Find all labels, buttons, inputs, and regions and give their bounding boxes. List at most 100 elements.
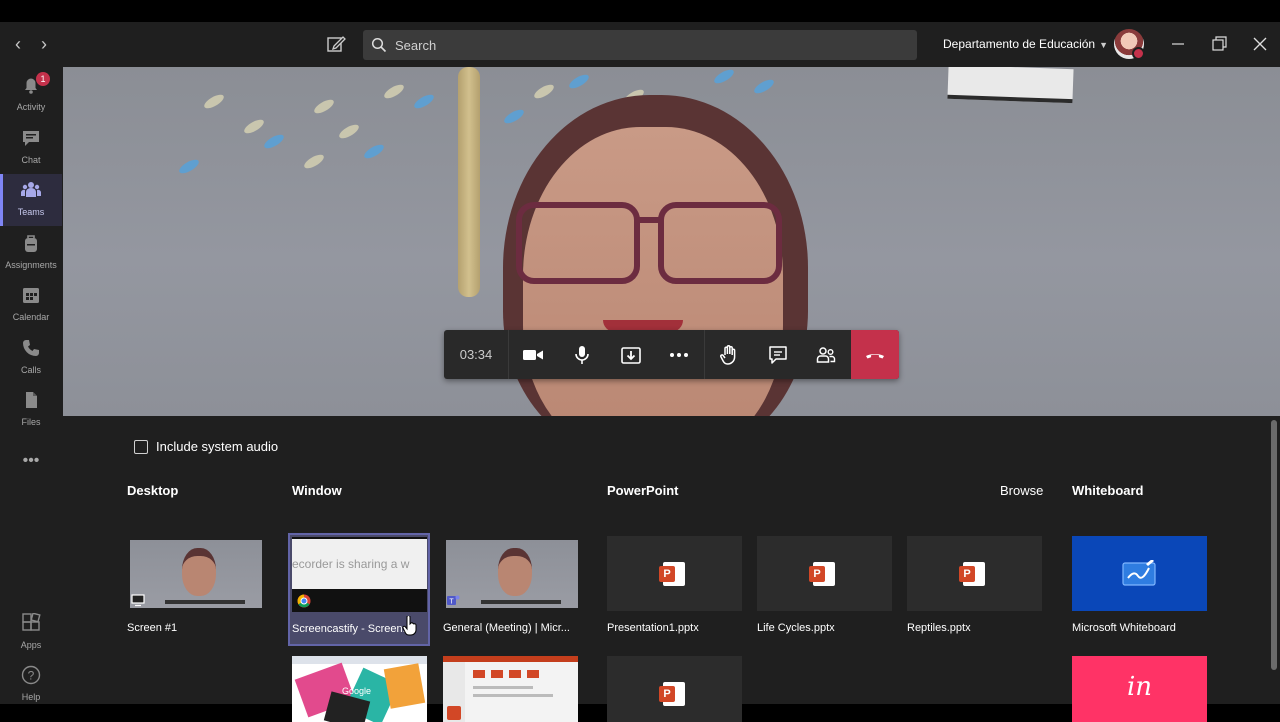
participants-icon (817, 346, 836, 363)
call-timer: 03:34 (444, 330, 509, 379)
rail-item-chat[interactable]: Chat (0, 122, 62, 174)
org-name: Departamento de Educación (943, 37, 1096, 51)
whiteboard-thumbnail: in (1072, 656, 1207, 722)
tile-caption: Screen #1 (127, 622, 178, 634)
restore-icon[interactable] (1209, 34, 1229, 54)
back-arrow-icon[interactable]: ‹ (8, 34, 28, 54)
ppt-tile-presentation1[interactable]: Presentation1.pptx (607, 536, 742, 634)
hand-cursor-icon (402, 616, 417, 636)
search-icon (371, 37, 387, 53)
window-thumbnail: ecorder is sharing a w (292, 537, 427, 612)
avatar[interactable] (1114, 29, 1145, 60)
teams-window: ‹ › Departamento de Educación▼ 1 Activit… (0, 22, 1280, 722)
include-system-audio-label: Include system audio (156, 439, 279, 454)
mic-button[interactable] (558, 330, 607, 379)
compose-icon[interactable] (326, 34, 346, 54)
browse-button[interactable]: Browse (1000, 483, 1043, 498)
invision-logo: in (1126, 672, 1153, 702)
share-tray-icon (620, 346, 641, 364)
powerpoint-icon (659, 562, 685, 586)
window-thumbnail: T (443, 536, 578, 611)
window-thumbnail: Google (292, 656, 427, 722)
rail-label: Assignments (5, 260, 57, 270)
more-actions-button[interactable] (655, 330, 704, 379)
window-thumbnail (443, 656, 578, 722)
rail-item-calendar[interactable]: Calendar (0, 279, 62, 331)
minimize-icon[interactable] (1168, 34, 1188, 54)
section-powerpoint: PowerPoint (607, 483, 679, 498)
rail-label: Help (21, 692, 41, 702)
microphone-icon (575, 345, 589, 364)
file-icon (26, 392, 37, 408)
raise-hand-icon (720, 344, 736, 365)
participants-button[interactable] (802, 330, 851, 379)
camera-icon (523, 349, 544, 360)
conversation-button[interactable] (753, 330, 802, 379)
powerpoint-icon (959, 562, 985, 586)
powerpoint-icon (809, 562, 835, 586)
calendar-icon (23, 288, 39, 303)
teams-app-icon: T (447, 595, 460, 606)
title-bar: ‹ › Departamento de Educación▼ (0, 22, 1280, 67)
svg-text:?: ? (28, 669, 35, 683)
rail-item-help[interactable]: ? Help (0, 659, 62, 711)
search-bar[interactable] (363, 30, 917, 60)
rail-item-files[interactable]: Files (0, 384, 62, 436)
rail-item-assignments[interactable]: Assignments (0, 227, 62, 279)
help-icon: ? (21, 665, 41, 685)
whiteboard-tile-invision[interactable]: in (1072, 656, 1207, 722)
ppt-tile-life-cycles[interactable]: Life Cycles.pptx (757, 536, 892, 634)
ppt-tile-reptiles[interactable]: Reptiles.pptx (907, 536, 1042, 634)
search-input[interactable] (393, 36, 877, 54)
rail-item-teams[interactable]: Teams (0, 174, 62, 226)
org-switcher[interactable]: Departamento de Educación ▼ (943, 37, 1108, 51)
window-tile-general-meeting[interactable]: T General (Meeting) | Micr... (443, 536, 578, 634)
call-controls: 03:34 (444, 330, 899, 379)
share-tray: Include system audio Desktop Window Powe… (63, 416, 1280, 722)
app-rail: 1 Activity Chat Teams Assignments Calend… (0, 67, 62, 704)
section-desktop: Desktop (127, 483, 179, 498)
wall-frame (947, 67, 1074, 104)
rail-label: Teams (17, 207, 45, 217)
hang-up-button[interactable] (850, 330, 899, 379)
apps-icon (22, 612, 41, 631)
share-tray-button[interactable] (606, 330, 655, 379)
more-apps-ellipsis-icon[interactable]: ••• (0, 452, 62, 470)
rail-label: Chat (21, 155, 41, 165)
rail-item-activity[interactable]: 1 Activity (0, 69, 62, 121)
section-window: Window (292, 483, 342, 498)
chat-bubble-icon (769, 345, 787, 364)
tile-caption: Microsoft Whiteboard (1072, 622, 1176, 634)
google-logo-text: Google (342, 686, 372, 696)
ppt-thumbnail (607, 536, 742, 611)
window-tile-powerpoint-app[interactable] (443, 656, 578, 722)
rail-label: Apps (20, 640, 42, 650)
checkbox-box (134, 439, 148, 454)
more-ellipsis-icon (670, 352, 689, 357)
raise-hand-button[interactable] (703, 330, 754, 379)
tile-caption: General (Meeting) | Micr... (443, 622, 570, 634)
ppt-tile-more[interactable] (607, 656, 742, 722)
forward-arrow-icon[interactable]: › (34, 34, 54, 54)
teams-icon (21, 182, 41, 197)
hang-up-icon (865, 353, 884, 358)
backpack-icon (25, 235, 37, 252)
tile-caption: Presentation1.pptx (607, 622, 699, 634)
desktop-tile-screen-1[interactable]: Screen #1 (127, 536, 262, 634)
tray-scrollbar[interactable] (1271, 420, 1277, 670)
rail-item-apps[interactable]: Apps (0, 607, 62, 659)
whiteboard-tile-microsoft[interactable]: Microsoft Whiteboard (1072, 536, 1207, 634)
ppt-thumbnail (907, 536, 1042, 611)
rail-label: Activity (16, 102, 46, 112)
close-icon[interactable] (1250, 34, 1270, 54)
chevron-down-icon: ▼ (1099, 40, 1109, 50)
section-whiteboard: Whiteboard (1072, 483, 1144, 498)
rail-label: Calendar (12, 312, 50, 322)
camera-button[interactable] (509, 330, 558, 379)
ppt-thumbnail (757, 536, 892, 611)
activity-badge: 1 (36, 72, 50, 86)
rail-item-calls[interactable]: Calls (0, 332, 62, 384)
window-tile-google-chrome[interactable]: Google (292, 656, 427, 722)
rail-label: Files (21, 417, 41, 427)
include-system-audio-checkbox[interactable]: Include system audio (134, 439, 278, 454)
